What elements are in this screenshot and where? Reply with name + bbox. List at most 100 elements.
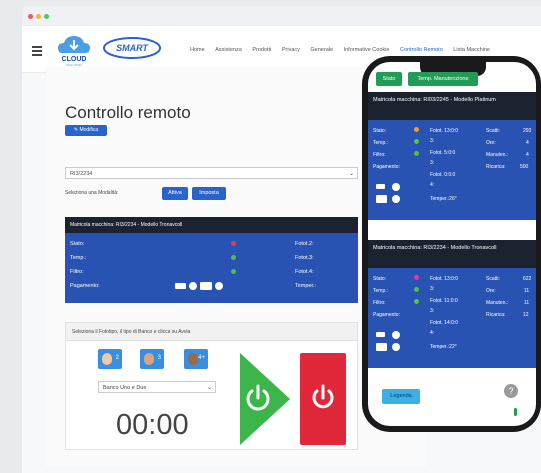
machine-select-value: RI3/2234 <box>70 171 93 177</box>
p2-extra-1: 4: <box>430 330 435 336</box>
p1-mid-1: 3: <box>430 138 435 144</box>
status-right-temper: Temper.: <box>295 283 317 289</box>
p2-label-pagamento: Pagamento: <box>373 312 400 318</box>
p1-mid-0: Fotot. 13:0:0 <box>430 128 459 134</box>
chevron-down-icon: ⌄ <box>206 385 212 391</box>
p1-right-label-2: Manuten.: <box>486 152 509 158</box>
coin-slot-icon <box>175 283 186 289</box>
phototype-3-button[interactable]: 3 <box>140 349 164 369</box>
phone-screen: Stato Temp. Manutenzione Matricola macch… <box>368 62 536 426</box>
p2-right-val-3: 12 <box>523 312 529 318</box>
status-card: Stato: Fotot.2: Temp.: Fotot.3: Filtro: … <box>65 233 358 303</box>
token-icon <box>392 331 400 339</box>
status-label-pagamento: Pagamento: <box>70 283 100 289</box>
help-icon[interactable]: ? <box>504 384 518 398</box>
close-dot-icon[interactable] <box>28 14 33 19</box>
p1-label-pagamento: Pagamento: <box>373 164 400 170</box>
p2-mid-3: 3: <box>430 308 435 314</box>
logo-text: CLOUD <box>62 56 87 63</box>
legenda-button[interactable]: Legenda <box>382 389 420 404</box>
p2-indicator-temp <box>414 287 419 292</box>
menu-item-assistenza[interactable]: Assistenza <box>215 47 242 53</box>
bench-select-value: Banco Uno e Due <box>103 385 147 391</box>
phototype-4-badge: 4+ <box>198 355 205 361</box>
p1-right-val-2: 4 <box>526 152 529 158</box>
p1-payment-icons <box>376 183 400 203</box>
p2-extra-0: Fotot. 14:0:0 <box>430 320 459 326</box>
cloud-logo-icon[interactable]: CLOUD SOLUTION <box>54 31 94 67</box>
scroll-indicator[interactable] <box>514 408 517 416</box>
p1-extra-2: Temper.:26° <box>430 196 457 202</box>
control-panel: Seleziona il Fototipo, il tipo di Banco … <box>65 322 358 450</box>
face-icon <box>188 353 198 365</box>
phototype-2-button[interactable]: 2 <box>98 349 122 369</box>
coin-slot-icon <box>376 332 385 337</box>
p1-extra-1: 4: <box>430 182 435 188</box>
status-card-header: Matricola macchina: RI3/2234 - Modello T… <box>65 217 358 233</box>
p2-label-stato: Stato: <box>373 276 387 282</box>
phone-card1: Stato: Fotot. 13:0:0 Scatti: 293 Temp.: … <box>368 120 536 220</box>
attiva-button[interactable]: Attiva <box>162 187 188 200</box>
p1-right-label-1: Ore: <box>486 140 496 146</box>
minimize-dot-icon[interactable] <box>36 14 41 19</box>
clock-icon <box>215 282 223 290</box>
stop-button[interactable] <box>300 353 346 445</box>
countdown-timer: 00:00 <box>116 409 189 441</box>
p2-mid-2: Fotot. 11:0:0 <box>430 298 458 304</box>
p1-right-val-0: 293 <box>523 128 532 134</box>
p2-payment-icons <box>376 331 400 351</box>
status-indicator-temp <box>231 255 236 260</box>
hamburger-menu-icon[interactable] <box>32 46 42 56</box>
modify-button[interactable]: ✎ Modifica <box>65 125 107 136</box>
p1-label-filtro: Filtro: <box>373 152 386 158</box>
p1-right-val-1: 4 <box>526 140 529 146</box>
p2-right-val-1: 11 <box>524 288 530 294</box>
phone-mockup: Stato Temp. Manutenzione Matricola macch… <box>362 56 541 432</box>
menu-item-prodotti[interactable]: Prodotti <box>252 47 271 53</box>
maximize-dot-icon[interactable] <box>44 14 49 19</box>
token-icon <box>189 282 197 290</box>
p2-label-temp: Temp.: <box>373 288 389 294</box>
browser-titlebar <box>22 6 541 26</box>
brand-text: SMART <box>116 43 149 53</box>
p2-indicator-stato <box>414 275 419 280</box>
phone-stato-button[interactable]: Stato <box>376 72 402 86</box>
menu-item-generale[interactable]: Generale <box>310 47 333 53</box>
clock-icon <box>392 343 400 351</box>
imposta-button[interactable]: Imposta <box>192 187 226 200</box>
menu-item-cookie[interactable]: Informative Cookie <box>344 47 390 53</box>
status-label-stato: Stato: <box>70 241 85 247</box>
menu-item-controllo-remoto[interactable]: Controllo Remoto <box>400 47 443 53</box>
clock-icon <box>392 195 400 203</box>
menu-item-lista-macchine[interactable]: Lista Macchine <box>453 47 490 53</box>
status-indicator-stato <box>231 241 236 246</box>
p1-right-label-0: Scatti: <box>486 128 500 134</box>
p1-indicator-temp <box>414 139 419 144</box>
phototype-4-button[interactable]: 4+ <box>184 349 208 369</box>
phone-manutenzione-button[interactable]: Temp. Manutenzione <box>408 72 478 86</box>
p1-mid-3: 3: <box>430 160 435 166</box>
p2-label-filtro: Filtro: <box>373 300 386 306</box>
phototype-3-badge: 3 <box>157 355 161 361</box>
p1-extra-0: Fotot. 0:0:0 <box>430 172 456 178</box>
p1-right-label-3: Ricarica: <box>486 164 506 170</box>
menu-item-privacy[interactable]: Privacy <box>282 47 300 53</box>
p2-right-label-2: Manuten.: <box>486 300 509 306</box>
page-title: Controllo remoto <box>65 103 191 122</box>
p2-indicator-filtro <box>414 299 419 304</box>
start-button[interactable] <box>240 353 290 445</box>
main-menu: Home Assistenza Prodotti Privacy General… <box>190 47 499 53</box>
menu-item-home[interactable]: Home <box>190 47 205 53</box>
coin-slot-icon <box>376 184 385 189</box>
p1-label-stato: Stato: <box>373 128 387 134</box>
machine-select[interactable]: RI3/2234 ⌄ <box>65 167 358 179</box>
p1-indicator-filtro <box>414 151 419 156</box>
mode-select-label: Seleziona una Modalità: <box>65 190 119 196</box>
token-icon <box>392 183 400 191</box>
p2-right-label-1: Ore: <box>486 288 496 294</box>
payment-icons <box>175 282 223 290</box>
smart-brand-logo[interactable]: SMART <box>102 35 162 61</box>
p2-mid-1: 3: <box>430 286 435 292</box>
bench-select[interactable]: Banco Uno e Due ⌄ <box>98 381 216 393</box>
p2-right-val-0: 622 <box>523 276 532 282</box>
